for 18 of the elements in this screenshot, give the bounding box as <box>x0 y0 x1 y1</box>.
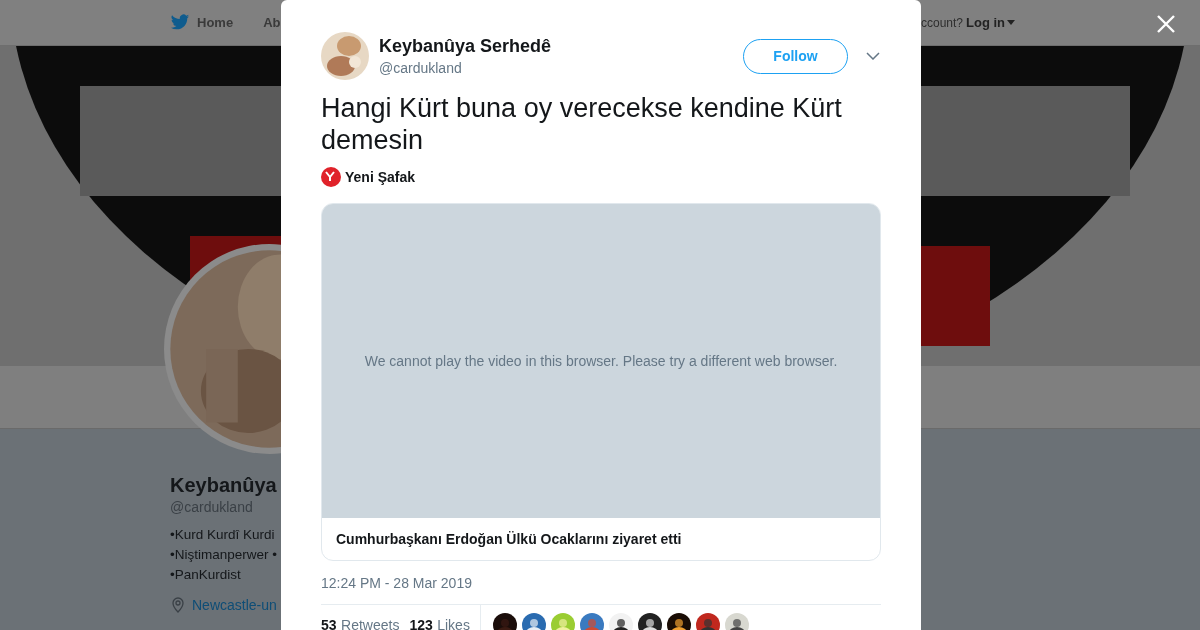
profile-name: Keybanûya <box>170 473 278 498</box>
bio-line: •PanKurdist <box>170 566 242 584</box>
stat-label: Retweets <box>341 617 400 630</box>
location-pin-icon <box>170 597 186 613</box>
bio-line: •Niştimanperwer • <box>170 546 278 564</box>
bird-icon <box>170 14 190 31</box>
nav-link[interactable]: Ab <box>263 15 281 30</box>
stat-label: Likes <box>437 617 470 630</box>
nav-link[interactable]: Home <box>197 15 234 30</box>
video-caption: Cumhurbaşkanı Erdoğan Ülkü Ocaklarını ziyaret etti <box>335 530 683 549</box>
timestamp: 12:24 PM - 28 Mar 2019 <box>321 575 881 605</box>
stat-count: 123 <box>409 617 433 630</box>
account-prompt: ccount? <box>920 15 963 30</box>
close-button[interactable] <box>1156 14 1176 34</box>
stat-count: 53 <box>321 617 337 630</box>
login-link[interactable]: Log in <box>966 15 1005 30</box>
caret-icon <box>1007 20 1015 25</box>
bio-line: •Kurd Kurdî Kurdi <box>170 526 276 544</box>
